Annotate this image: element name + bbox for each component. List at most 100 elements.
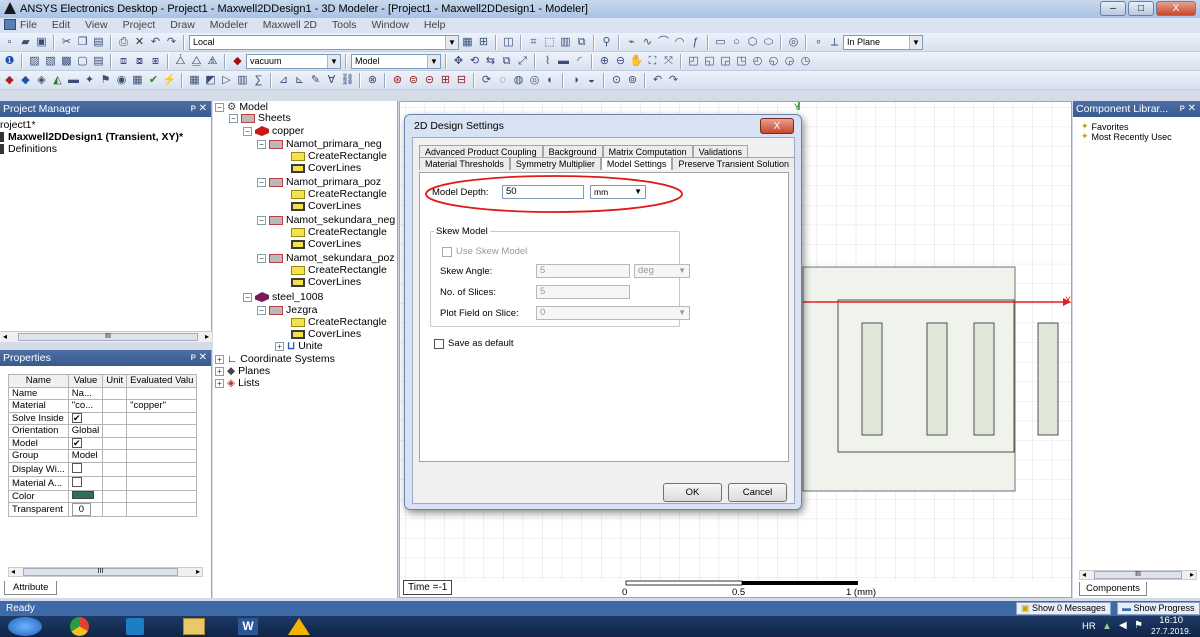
view-back-icon[interactable]: ◵ — [766, 54, 781, 69]
properties-scrollbar[interactable]: ◂ III ▸ — [8, 567, 203, 577]
table-cell-value[interactable]: 0 — [67, 502, 104, 517]
view-fit-icon[interactable]: ⛶ — [645, 54, 660, 69]
chevron-down-icon[interactable]: ▼ — [427, 54, 440, 68]
results-icon[interactable]: ⚑ — [98, 73, 113, 88]
dimension-icon[interactable]: ⊾ — [292, 73, 307, 88]
menu-item[interactable]: File — [20, 19, 37, 31]
material-icon[interactable]: ◆ — [230, 54, 245, 69]
view-left-icon[interactable]: ◲ — [718, 54, 733, 69]
table-row[interactable]: Name Na... — [8, 386, 198, 400]
fields-icon[interactable]: ⊗ — [365, 73, 380, 88]
recent-item[interactable]: ✦ Most Recently Usec — [1081, 131, 1172, 142]
animate-icon[interactable]: ▷ — [219, 73, 234, 88]
table-cell-value[interactable]: Model — [67, 449, 104, 463]
table-row[interactable]: Solve Inside ✔ — [8, 411, 198, 425]
collapse-icon[interactable]: − — [215, 102, 224, 112]
imprint-icon[interactable]: ⧌ — [205, 54, 220, 69]
view-bottom-icon[interactable]: ◱ — [702, 54, 717, 69]
table-row[interactable]: Transparent 0 — [8, 502, 198, 517]
boolean-icon[interactable]: ▥ — [558, 35, 573, 50]
analysis-icon[interactable]: ▬ — [66, 73, 81, 88]
skew-angle-input[interactable]: 5 — [536, 264, 630, 278]
excitation-icon[interactable]: ◆ — [18, 73, 33, 88]
menu-item[interactable]: Draw — [170, 19, 195, 31]
chevron-down-icon[interactable]: ▼ — [909, 35, 922, 49]
column-header[interactable]: Name — [8, 374, 69, 388]
ansys-taskbar-icon[interactable] — [288, 618, 310, 635]
checkbox-icon[interactable] — [442, 246, 452, 257]
analyze-icon[interactable]: ⚡ — [162, 73, 177, 88]
move-icon[interactable]: ✥ — [451, 54, 466, 69]
start-button[interactable] — [8, 617, 42, 636]
close-panel-icon[interactable]: ᴘ ✕ — [191, 350, 207, 366]
validate-icon[interactable]: ✔ — [146, 73, 161, 88]
separate-icon[interactable]: ⧋ — [189, 54, 204, 69]
dialog-tab[interactable]: Material Thresholds — [419, 157, 510, 170]
column-header[interactable]: Evaluated Valu — [126, 374, 198, 388]
redo-view-icon[interactable]: ↷ — [666, 73, 681, 88]
tree-planes[interactable]: + ◆ Planes — [215, 365, 270, 377]
tree-object[interactable]: − Namot_sekundara_poz — [257, 252, 395, 264]
horizontal-scrollbar[interactable]: ◂ III ▸ — [0, 331, 212, 342]
scroll-right-icon[interactable]: ▸ — [196, 567, 200, 576]
tree-op[interactable]: CreateRectangle — [291, 264, 387, 276]
transparent-value[interactable]: 0 — [71, 503, 92, 516]
copy-icon[interactable]: ❐ — [75, 35, 90, 50]
collapse-icon[interactable]: − — [229, 113, 238, 123]
chevron-down-icon[interactable]: ▼ — [678, 307, 686, 319]
split-icon[interactable]: ⧊ — [173, 54, 188, 69]
table-cell-value[interactable]: Global — [67, 424, 104, 438]
project-node[interactable]: roject1* — [0, 119, 36, 131]
boundary-icon[interactable]: ◆ — [2, 73, 17, 88]
spin-icon[interactable]: ◌ — [495, 73, 510, 88]
tree-object[interactable]: − Namot_sekundara_neg — [257, 214, 395, 226]
plot-field-select[interactable]: 0 ▼ — [536, 306, 690, 320]
help-icon[interactable]: ❶ — [2, 54, 17, 69]
intersect-icon[interactable]: ⧆ — [148, 54, 163, 69]
checkbox-icon[interactable] — [71, 462, 82, 473]
network-icon[interactable]: ▲ — [1102, 621, 1112, 632]
undo-view-icon[interactable]: ↶ — [650, 73, 665, 88]
paste-icon[interactable]: ▤ — [91, 35, 106, 50]
expand-icon[interactable]: + — [215, 378, 224, 388]
layer2-icon[interactable]: ◒ — [584, 73, 599, 88]
document-icon[interactable] — [4, 19, 16, 30]
column-header[interactable]: Unit — [102, 374, 128, 388]
plot-icon[interactable]: ◩ — [203, 73, 218, 88]
menu-item[interactable]: View — [85, 19, 108, 31]
table-row[interactable]: Model ✔ — [8, 436, 198, 450]
view-all-icon[interactable]: ⤧ — [661, 54, 676, 69]
menu-item[interactable]: Tools — [332, 19, 357, 31]
checkbox-icon[interactable]: ✔ — [71, 412, 82, 423]
collapse-icon[interactable]: − — [257, 215, 266, 225]
mirror-op-icon[interactable]: ⇆ — [483, 54, 498, 69]
checkbox-icon[interactable]: ✔ — [71, 437, 82, 448]
mesh-icon[interactable]: ◭ — [50, 73, 65, 88]
arc2-icon[interactable]: ◠ — [672, 35, 687, 50]
scroll-left-icon[interactable]: ◂ — [11, 567, 15, 576]
close-panel-icon[interactable]: ᴘ ✕ — [1180, 101, 1196, 117]
rotate-icon[interactable]: ⟲ — [467, 54, 482, 69]
tree-lists[interactable]: + ◈ Lists — [215, 377, 260, 389]
save-icon[interactable]: ▣ — [34, 35, 49, 50]
collapse-icon[interactable]: − — [257, 177, 266, 187]
color-swatch[interactable] — [71, 490, 94, 499]
fillet-icon[interactable]: ◜ — [572, 54, 587, 69]
dialog-tab[interactable]: Preserve Transient Solution — [672, 157, 795, 170]
redo-icon[interactable]: ↷ — [164, 35, 179, 50]
table-row[interactable]: Material A... — [8, 475, 198, 491]
chevron-down-icon[interactable]: ▼ — [327, 54, 340, 68]
scroll-thumb[interactable]: III — [23, 568, 178, 576]
circle-icon[interactable]: ○ — [729, 35, 744, 50]
scroll-right-icon[interactable]: ▸ — [205, 332, 209, 341]
menu-item[interactable]: Project — [123, 19, 156, 31]
ruler-icon[interactable]: ⊿ — [276, 73, 291, 88]
table-cell-value[interactable]: Na... — [67, 386, 104, 400]
delete-icon[interactable]: ✕ — [132, 35, 147, 50]
table-row[interactable]: Group Model — [8, 449, 198, 463]
menu-item[interactable]: Help — [424, 19, 446, 31]
collapse-icon[interactable]: − — [257, 305, 266, 315]
tree-object[interactable]: − Namot_primara_poz — [257, 176, 381, 188]
table-row[interactable]: Orientation Global — [8, 424, 198, 438]
region-icon[interactable]: ◎ — [786, 35, 801, 50]
